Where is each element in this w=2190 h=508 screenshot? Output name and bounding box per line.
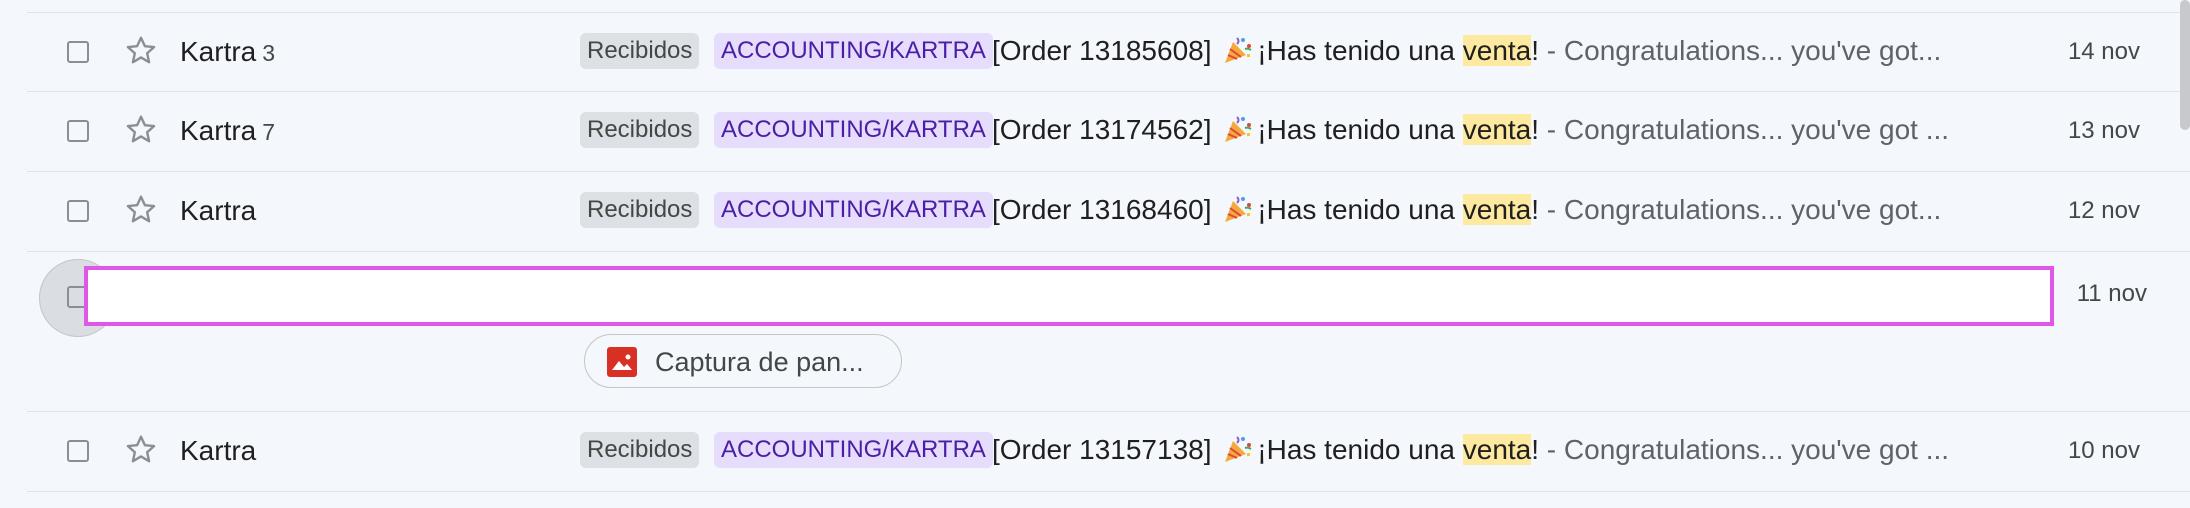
subject-text: ¡Has tenido una — [1257, 35, 1463, 66]
snippet: - Congratulations... you've got... — [1539, 194, 1942, 225]
party-popper-icon — [1223, 36, 1253, 64]
attachment-chip[interactable]: Captura de pan... — [584, 334, 902, 388]
sender-name: Kartra — [180, 195, 257, 226]
inbox-label-chip[interactable]: Recibidos — [580, 33, 700, 69]
subject-end: ! — [1531, 35, 1540, 66]
email-row[interactable]: Kartra Recibidos ACCOUNTING/KARTRA [Orde… — [27, 172, 2190, 252]
select-checkbox[interactable] — [67, 41, 89, 63]
subject-line: [Order 13168460] ¡Has tenido una venta! … — [992, 194, 1977, 226]
focused-row-overlay — [84, 266, 2054, 326]
snippet: - Congratulations... you've got ... — [1539, 114, 1950, 145]
star-icon[interactable] — [123, 33, 159, 69]
sender-name: Kartra — [180, 36, 257, 67]
star-icon[interactable] — [123, 192, 159, 228]
accounting-label-chip[interactable]: ACCOUNTING/KARTRA — [714, 192, 993, 228]
email-row[interactable]: Kartra Recibidos ACCOUNTING/KARTRA [Orde… — [27, 412, 2190, 492]
email-row[interactable]: Kartra 3 Recibidos ACCOUNTING/KARTRA [Ord… — [27, 12, 2190, 92]
email-row[interactable]: Kartra 7 Recibidos ACCOUNTING/KARTRA [Ord… — [27, 92, 2190, 172]
subject-order: [Order 13174562] — [992, 114, 1212, 145]
email-row-focused[interactable]: 11 nov Captura de pan... — [27, 252, 2190, 412]
subject-line: [Order 13174562] ¡Has tenido una venta! … — [992, 114, 1977, 146]
inbox-label-chip[interactable]: Recibidos — [580, 432, 700, 468]
subject-order: [Order 13168460] — [992, 194, 1212, 225]
subject-line: [Order 13157138] ¡Has tenido una venta! … — [992, 434, 1977, 466]
thread-count: 3 — [262, 40, 276, 66]
subject-end: ! — [1531, 434, 1540, 465]
select-checkbox[interactable] — [67, 120, 89, 142]
subject-end: ! — [1531, 114, 1540, 145]
select-checkbox[interactable] — [67, 200, 89, 222]
accounting-label-chip[interactable]: ACCOUNTING/KARTRA — [714, 432, 993, 468]
email-date: 14 nov — [2067, 38, 2140, 65]
search-highlight: venta — [1462, 434, 1532, 465]
email-date: 10 nov — [2067, 437, 2140, 464]
image-icon — [607, 347, 637, 377]
subject-order: [Order 13185608] — [992, 35, 1212, 66]
star-icon[interactable] — [123, 432, 159, 468]
sender: Kartra 3 — [180, 36, 275, 68]
snippet: - Congratulations... you've got ... — [1539, 434, 1950, 465]
email-date: 13 nov — [2067, 117, 2140, 144]
subject-line: [Order 13185608] ¡Has tenido una venta! … — [992, 35, 1977, 67]
search-highlight: venta — [1462, 35, 1532, 66]
subject-text: ¡Has tenido una — [1257, 114, 1463, 145]
subject-text: ¡Has tenido una — [1257, 194, 1463, 225]
party-popper-icon — [1223, 435, 1253, 463]
email-date: 12 nov — [2067, 197, 2140, 224]
inbox-label-chip[interactable]: Recibidos — [580, 112, 700, 148]
snippet: - Congratulations... you've got... — [1539, 35, 1942, 66]
star-icon[interactable] — [123, 112, 159, 148]
thread-count: 7 — [262, 119, 276, 145]
party-popper-icon — [1223, 115, 1253, 143]
accounting-label-chip[interactable]: ACCOUNTING/KARTRA — [714, 33, 993, 69]
inbox-label-chip[interactable]: Recibidos — [580, 192, 700, 228]
select-checkbox[interactable] — [67, 440, 89, 462]
search-highlight: venta — [1462, 194, 1532, 225]
sender: Kartra — [180, 195, 262, 227]
sender-name: Kartra — [180, 115, 257, 146]
sender: Kartra — [180, 435, 262, 467]
search-highlight: venta — [1462, 114, 1532, 145]
subject-order: [Order 13157138] — [992, 434, 1212, 465]
subject-end: ! — [1531, 194, 1540, 225]
party-popper-icon — [1223, 195, 1253, 223]
email-date: 11 nov — [2076, 280, 2147, 307]
vertical-scrollbar[interactable] — [2180, 0, 2190, 130]
sender: Kartra 7 — [180, 115, 275, 147]
accounting-label-chip[interactable]: ACCOUNTING/KARTRA — [714, 112, 993, 148]
sender-name: Kartra — [180, 435, 257, 466]
attachment-name: Captura de pan... — [655, 347, 864, 377]
subject-text: ¡Has tenido una — [1257, 434, 1463, 465]
